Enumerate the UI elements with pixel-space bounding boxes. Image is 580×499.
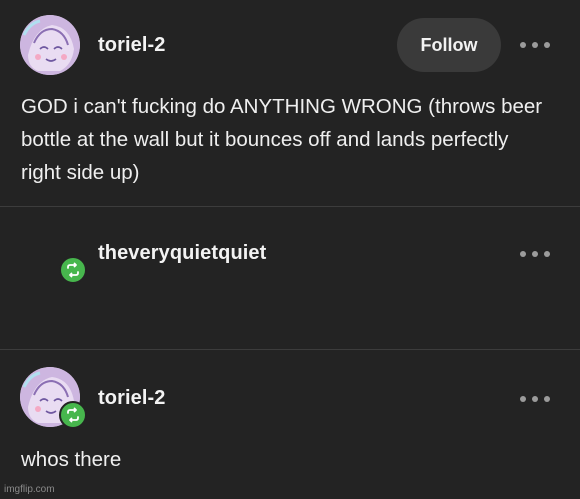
divider (0, 206, 580, 207)
post-username[interactable]: toriel-2 (98, 34, 165, 57)
reblog-icon (59, 401, 87, 429)
more-options-icon[interactable] (520, 250, 550, 258)
post-username[interactable]: theveryquietquiet (98, 242, 266, 265)
more-options-icon[interactable] (520, 395, 550, 403)
avatar[interactable] (20, 15, 80, 75)
post-body-text: GOD i can't fucking do ANYTHING WRONG (t… (21, 95, 543, 184)
reblog-icon (59, 256, 87, 284)
more-options-icon[interactable] (520, 41, 550, 49)
follow-button[interactable]: Follow (397, 18, 501, 72)
divider (0, 349, 580, 350)
post-username[interactable]: toriel-2 (98, 387, 165, 410)
watermark: imgflip.com (4, 484, 55, 495)
post-body-text: whos there (21, 448, 122, 471)
